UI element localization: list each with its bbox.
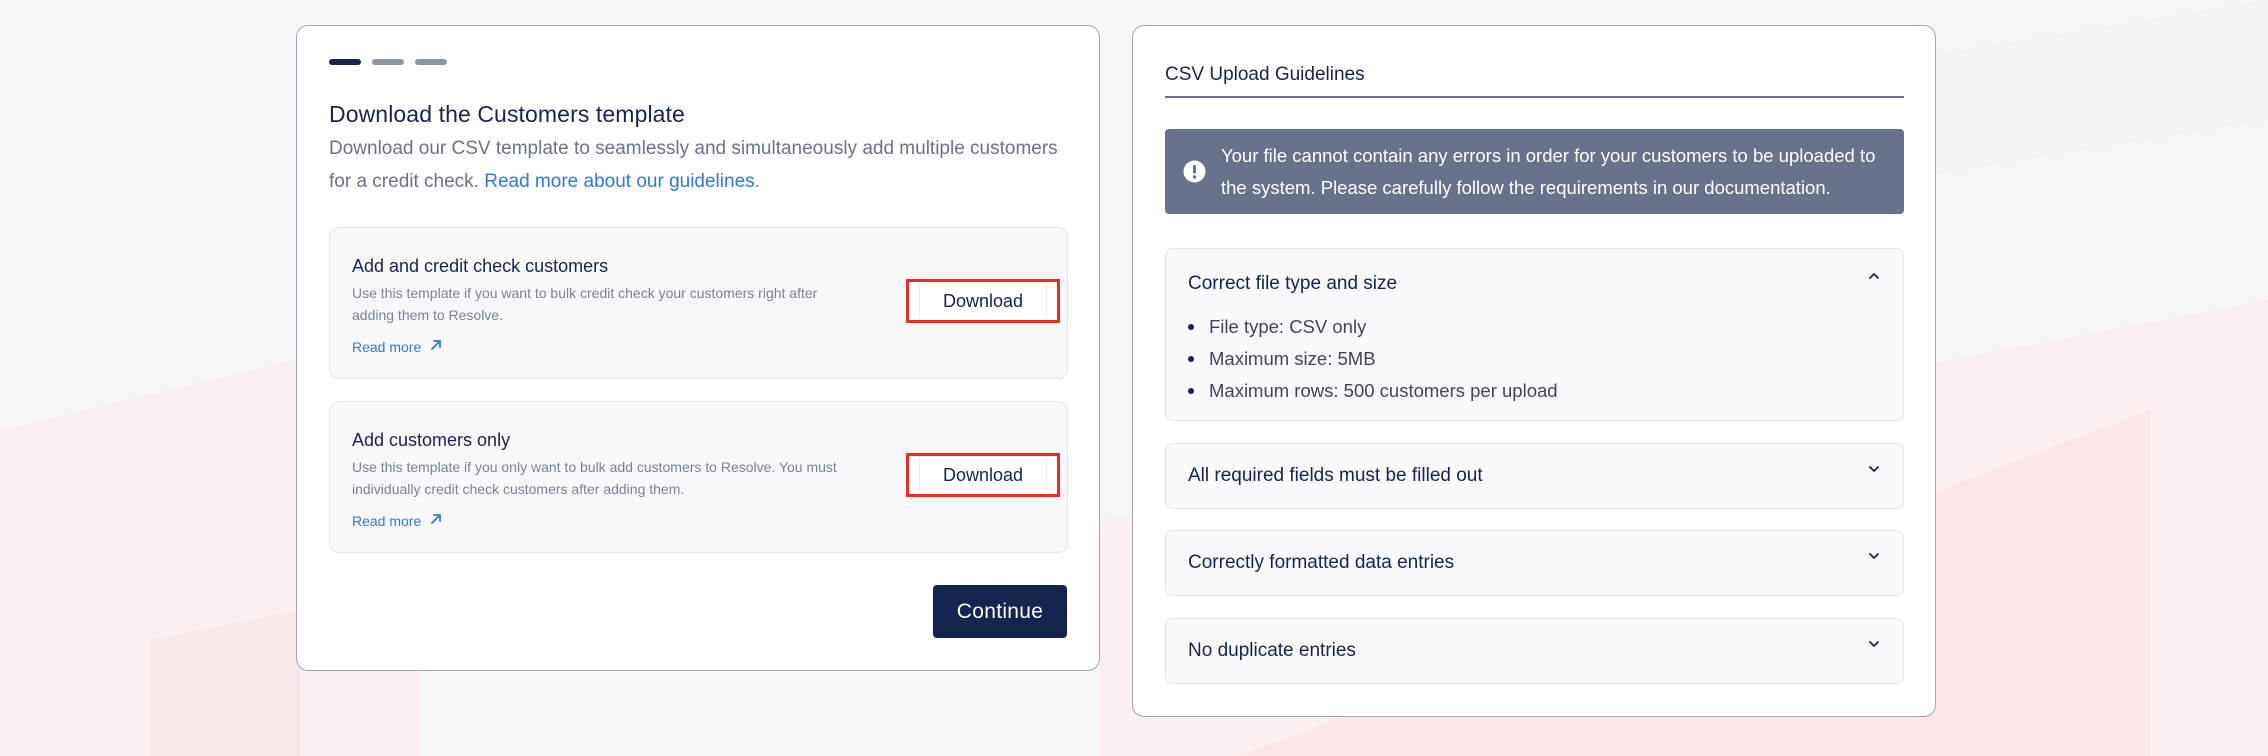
chevron-down-icon[interactable] [1867,637,1881,651]
stepper-step-3 [415,59,447,65]
guidelines-title: CSV Upload Guidelines [1165,64,1365,85]
chevron-down-icon[interactable] [1867,549,1881,563]
card-description: Use this template if you want to bulk cr… [352,285,818,323]
download-button-credit-check[interactable]: Download [906,279,1060,323]
bullet [1188,388,1194,394]
list-item-text: Maximum size: 5MB [1209,348,1376,369]
template-card-add-only: Add customers only Use this template if … [329,401,1068,553]
accordion-formatted-data[interactable]: Correctly formatted data entries [1165,530,1904,596]
accordion-title: All required fields must be filled out [1188,465,1483,486]
bullet [1188,324,1194,330]
card-description: Use this template if you only want to bu… [352,459,837,497]
template-download-panel: Download the Customers template Download… [296,25,1100,671]
list-item: File type: CSV only [1188,311,1558,343]
list-item: Maximum size: 5MB [1188,343,1558,375]
continue-button[interactable]: Continue [933,585,1067,638]
alert-text: Your file cannot contain any errors in o… [1221,145,1876,198]
accordion-title: Correct file type and size [1188,273,1398,294]
stepper-step-1 [329,59,361,65]
card-title: Add customers only [352,430,511,450]
arrow-up-right-icon [429,338,443,355]
list-item: Maximum rows: 500 customers per upload [1188,375,1558,407]
guidelines-panel: CSV Upload Guidelines Your file cannot c… [1132,25,1936,717]
divider [1165,96,1904,98]
guidelines-link[interactable]: Read more about our guidelines. [484,171,760,192]
chevron-down-icon[interactable] [1867,462,1881,476]
accordion-content-list: File type: CSV only Maximum size: 5MB Ma… [1188,311,1558,407]
download-button-label: Download [942,290,1024,311]
alert-banner: Your file cannot contain any errors in o… [1165,129,1904,214]
accordion-title: No duplicate entries [1188,640,1356,661]
download-button-add-only[interactable]: Download [906,453,1060,497]
bullet [1188,356,1194,362]
accordion-title: Correctly formatted data entries [1188,552,1455,573]
page-title: Download the Customers template [329,101,685,127]
read-more-label: Read more [352,338,422,355]
download-button-label: Download [942,464,1024,485]
accordion-required-fields[interactable]: All required fields must be filled out [1165,443,1904,509]
accordion-file-type[interactable]: Correct file type and size File type: CS… [1165,248,1904,421]
card-title: Add and credit check customers [352,256,609,276]
list-item-text: Maximum rows: 500 customers per upload [1209,380,1558,401]
read-more-link[interactable]: Read more [352,512,443,529]
arrow-up-right-icon [429,512,443,529]
stepper-step-2 [372,59,404,65]
template-card-credit-check: Add and credit check customers Use this … [329,227,1068,379]
stepper [329,59,447,65]
list-item-text: File type: CSV only [1209,316,1367,337]
read-more-link[interactable]: Read more [352,338,443,355]
accordion-no-duplicates[interactable]: No duplicate entries [1165,618,1904,684]
exclamation-circle-icon [1183,160,1206,183]
chevron-up-icon[interactable] [1867,269,1881,283]
read-more-label: Read more [352,512,422,529]
page-description: Download our CSV template to seamlessly … [329,132,1079,198]
